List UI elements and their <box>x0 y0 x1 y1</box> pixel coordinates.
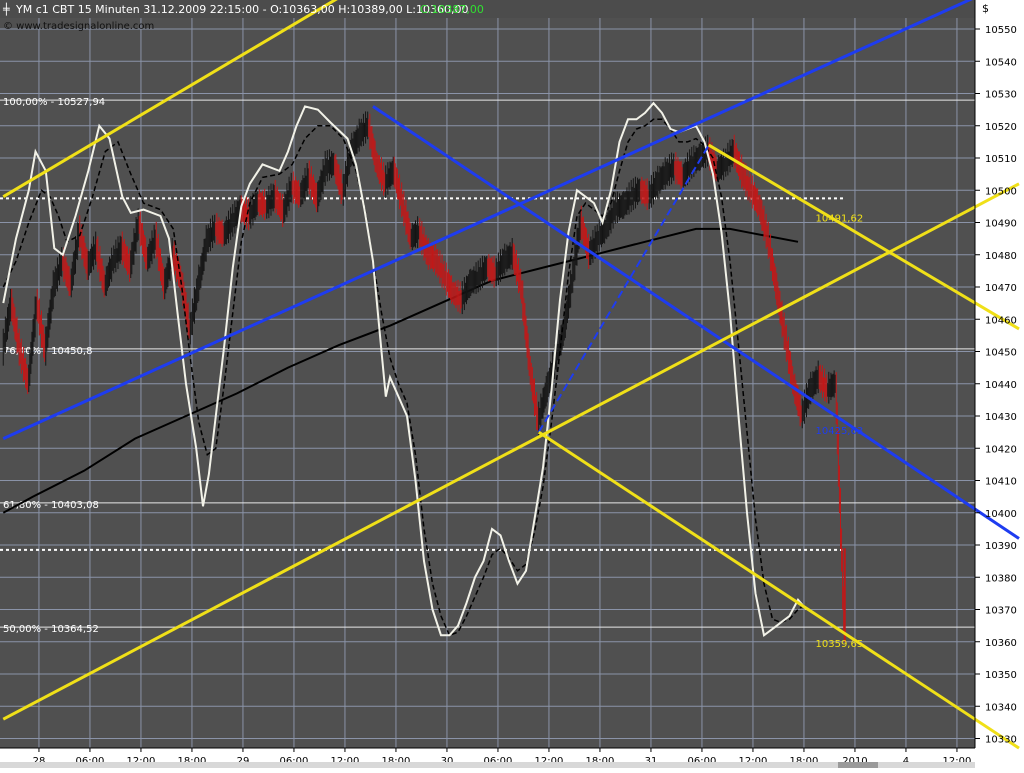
y-tick-label: 10380 <box>985 573 1017 584</box>
y-tick-label: 10440 <box>985 380 1017 391</box>
y-tick-label: 10490 <box>985 219 1017 230</box>
y-tick-label: 10350 <box>985 670 1017 681</box>
y-axis-unit: $ <box>982 2 989 15</box>
chart-window: 100,00% - 10527,94 76,40% - 10450,8 61,80%… <box>0 0 1024 768</box>
y-tick-label: 10370 <box>985 606 1017 617</box>
y-tick-label: 10500 <box>985 186 1017 197</box>
y-tick-label: 10400 <box>985 509 1017 520</box>
watermark: © www.tradesignalonline.com <box>3 21 154 32</box>
y-tick-label: 10450 <box>985 348 1017 359</box>
instrument-header: YM c1 CBT 15 Minuten 31.12.2009 22:15:00… <box>15 3 469 16</box>
y-tick-label: 10460 <box>985 315 1017 326</box>
y-tick-label: 10430 <box>985 412 1017 423</box>
y-tick-label: 10340 <box>985 702 1017 713</box>
price-chart[interactable]: 100,00% - 10527,9476,40% - 10450,861,80%… <box>0 0 1024 768</box>
y-tick-label: 10330 <box>985 735 1017 746</box>
close-price-label: C:10387,00 <box>420 3 484 16</box>
y-tick-label: 10420 <box>985 444 1017 455</box>
y-tick-label: 10390 <box>985 541 1017 552</box>
y-tick-label: 10360 <box>985 638 1017 649</box>
y-tick-label: 10480 <box>985 251 1017 262</box>
time-scrollbar[interactable] <box>0 762 975 768</box>
y-tick-label: 10530 <box>985 90 1017 101</box>
crosshair-icon: ╪ <box>2 2 10 16</box>
y-tick-label: 10540 <box>985 57 1017 68</box>
scrollbar-handle[interactable] <box>838 762 878 768</box>
y-tick-label: 10470 <box>985 283 1017 294</box>
fib-level-label: 50,00% - 10364,52 <box>3 624 99 635</box>
y-tick-label: 10410 <box>985 477 1017 488</box>
y-tick-label: 10550 <box>985 25 1017 36</box>
trendline-value-label: 10425,63 <box>816 426 864 437</box>
trendline-value-label: 10359,65 <box>816 639 864 650</box>
y-tick-label: 10510 <box>985 154 1017 165</box>
y-tick-label: 10520 <box>985 122 1017 133</box>
trendline-value-label: 10491,62 <box>816 213 864 224</box>
fib-level-label: 100,00% - 10527,94 <box>3 97 105 108</box>
